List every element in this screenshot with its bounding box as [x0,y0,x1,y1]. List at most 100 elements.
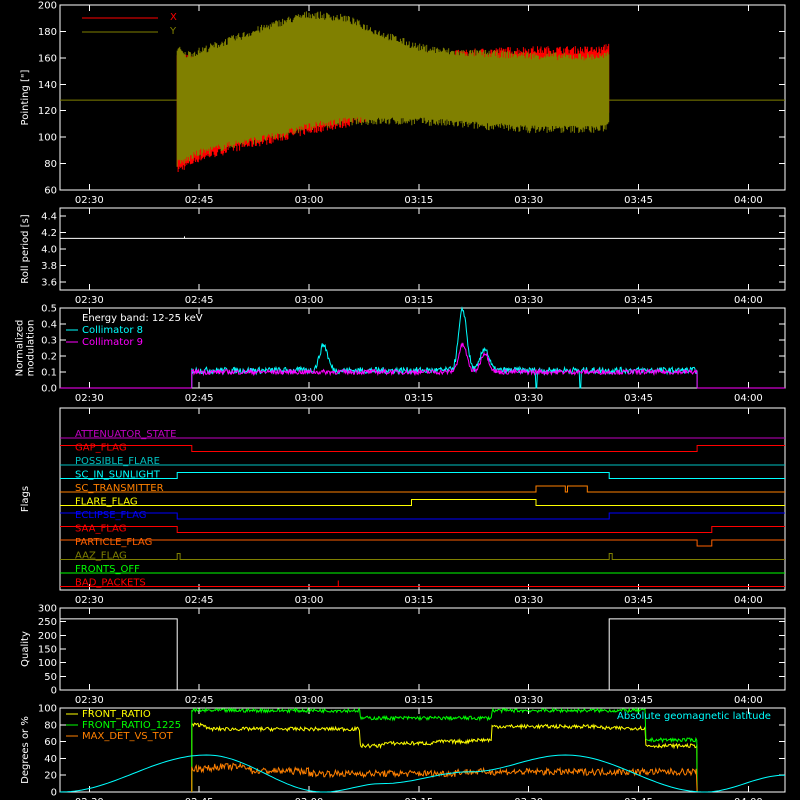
y-axis-label: Pointing ["] [20,69,31,125]
quality-trace [60,618,785,691]
modulation-series-8 [191,306,698,389]
x-tick-label: 02:45 [185,695,214,706]
flag-trace [60,485,785,493]
y-tick-label: 120 [38,106,57,117]
x-tick-label: 03:45 [624,695,653,706]
flag-label: ECLIPSE_FLAG [75,510,146,521]
flag-trace [60,499,785,506]
y-axis-label: Normalized [15,320,26,377]
x-tick-label: 03:30 [514,393,543,404]
flag-label: GAP_FLAG [75,443,127,454]
legend-title: Energy band: 12-25 keV [82,313,203,324]
x-tick-label: 02:45 [185,295,214,306]
x-tick-label: 03:00 [295,195,324,206]
x-tick-label: 02:45 [185,195,214,206]
y-tick-label: 0.2 [41,352,57,363]
legend-label-collimator: Collimator 8 [82,325,143,336]
observation-summary-plot: 02:30 02:45 03:00 03:15 03:30 03:45 04:00 60 80 1… [0,0,800,800]
y-tick-label: 3.6 [41,277,57,288]
y-tick-label: 50 [44,672,57,683]
x-tick-label: 03:15 [404,595,433,606]
y-axis-label: Flags [20,486,31,512]
x-tick-label: 02:45 [185,595,214,606]
y-tick-label: 200 [38,1,57,12]
panel-6: 02:3002:4503:0003:1503:3003:4504:0002040… [20,704,786,800]
x-tick-label: 03:30 [514,695,543,706]
legend-label: MAX_DET_VS_TOT [82,731,174,742]
y-tick-label: 40 [44,754,57,765]
y-tick-label: 0.4 [41,320,57,331]
x-tick-label: 03:30 [514,595,543,606]
panel-1: 02:30 02:45 03:00 03:15 03:30 03:45 04:00 60 80 1… [20,1,786,206]
y-tick-label: 0.0 [41,384,57,395]
y-tick-label: 60 [44,186,57,197]
y-tick-label: 150 [38,645,57,656]
modulation-series-9 [191,342,698,388]
panel-frame [59,207,786,291]
plot-canvas: 02:30 02:45 03:00 03:15 03:30 03:45 04:00 60 80 1… [15,1,786,800]
y-tick-label: 250 [38,617,57,628]
y-tick-label: 180 [38,27,57,38]
y-axis-label: Roll period [s] [20,214,31,283]
flag-trace [60,512,785,520]
legend-label-y: Y [169,26,177,37]
x-tick-label: 03:30 [514,295,543,306]
flag-trace [60,553,785,560]
x-tick-label: 02:30 [75,695,104,706]
y-tick-label: 0 [51,686,57,697]
x-tick-label: 03:15 [404,295,433,306]
panel-3: 02:30 02:45 03:00 03:15 03:30 03:45 04:00 0.0 0.… [15,304,786,404]
x-tick-label: 03:00 [295,595,324,606]
x-tick-label: 03:00 [295,393,324,404]
x-tick-label: 02:30 [75,295,104,306]
x-tick-label: 02:30 [75,195,104,206]
panel-4: 02:30 02:45 03:00 03:15 03:30 03:45 04:00 Flags… [20,407,786,606]
x-tick-label: 03:15 [404,195,433,206]
y-tick-label: 100 [38,704,57,715]
y-tick-label: 100 [38,658,57,669]
y-tick-label: 4.2 [41,228,57,239]
flag-trace [60,539,785,547]
legend-label: FRONT_RATIO [82,709,151,720]
x-tick-label: 04:00 [734,595,763,606]
flag-trace [60,445,785,452]
x-tick-label: 03:00 [295,695,324,706]
x-tick-label: 04:00 [734,295,763,306]
flag-trace [60,526,785,533]
x-tick-label: 03:15 [404,393,433,404]
y-tick-label: 140 [38,80,57,91]
y-tick-label: 4.4 [41,212,57,223]
y-tick-label: 60 [44,737,57,748]
flag-label: SAA_FLAG [75,524,126,535]
x-tick-label: 02:45 [185,393,214,404]
y-tick-label: 3.8 [41,261,57,272]
y-tick-label: 160 [38,53,57,64]
annotation-geomagnetic: Absolute geomagnetic latitude [617,711,771,722]
y-tick-label: 80 [44,720,57,731]
x-tick-label: 04:00 [734,195,763,206]
x-tick-label: 03:30 [514,195,543,206]
x-tick-label: 03:45 [624,195,653,206]
x-tick-label: 04:00 [734,393,763,404]
legend-label-x: X [170,12,177,23]
y-tick-label: 0.3 [41,336,57,347]
y-tick-label: 300 [38,604,57,615]
x-tick-label: 03:15 [404,695,433,706]
y-axis-label: Quality [20,631,31,667]
x-tick-label: 03:45 [624,595,653,606]
y-axis-label: Degrees or % [20,716,31,784]
x-tick-label: 02:30 [75,393,104,404]
x-tick-label: 03:45 [624,393,653,404]
series-y-oscillation [176,11,610,167]
y-tick-label: 4.0 [41,245,57,256]
legend-label-collimator: Collimator 9 [82,337,143,348]
panel-5: 02:30 02:45 03:00 03:15 03:30 03:45 04:00 0 50 10… [20,604,786,706]
panel-2: 02:30 02:45 03:00 03:15 03:30 03:45 04:00 3.6 3.… [20,207,786,306]
y-tick-label: 200 [38,631,57,642]
flag-trace [60,472,785,479]
x-tick-label: 04:00 [734,695,763,706]
legend-label: FRONT_RATIO_1225 [82,720,181,731]
y-tick-label: 80 [44,159,57,170]
x-tick-label: 03:45 [624,295,653,306]
x-tick-label: 03:00 [295,295,324,306]
